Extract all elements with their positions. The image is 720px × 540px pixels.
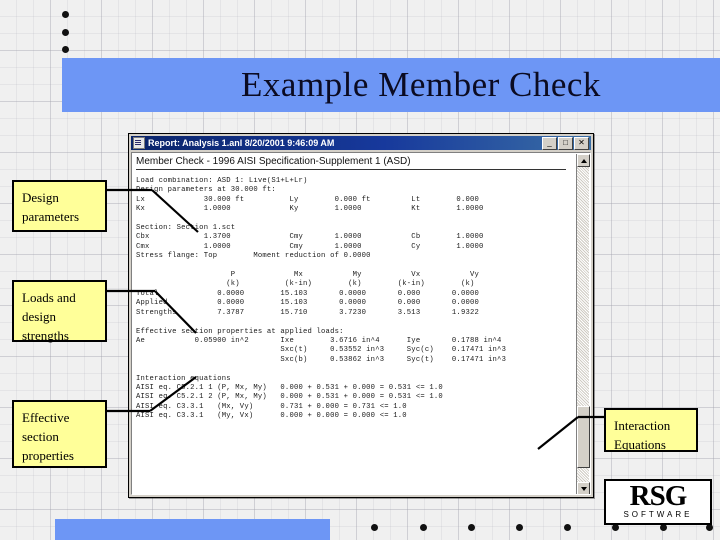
callout-design-parameters: Design parameters [12, 180, 107, 232]
callout-interaction-equations: Interaction Equations [604, 408, 698, 452]
window-titlebar[interactable]: Report: Analysis 1.anl 8/20/2001 9:46:09… [131, 136, 591, 150]
bullet-dot [564, 524, 571, 531]
bullet-dot [62, 46, 69, 53]
bullet-dot [62, 29, 69, 36]
scroll-down-icon[interactable] [577, 482, 590, 494]
logo-subtitle: SOFTWARE [623, 510, 693, 519]
scroll-up-icon[interactable] [577, 154, 590, 167]
title-banner: Example Member Check [62, 58, 720, 112]
rsg-software-logo: RSG SOFTWARE [604, 479, 712, 525]
bullet-dot [62, 11, 69, 18]
report-body: Member Check - 1996 AISI Specification-S… [131, 152, 591, 495]
slide-canvas: Example Member Check Report: Analysis 1.… [0, 0, 720, 540]
footer-bar [55, 519, 330, 540]
report-window[interactable]: Report: Analysis 1.anl 8/20/2001 9:46:09… [128, 133, 594, 498]
callout-loads-and-strengths: Loads and design strengths [12, 280, 107, 343]
bullet-dot [706, 524, 713, 531]
document-header: Member Check - 1996 AISI Specification-S… [136, 156, 566, 170]
page-title: Example Member Check [241, 65, 601, 104]
logo-wordmark: RSG [629, 480, 688, 512]
scrollbar-thumb[interactable] [577, 406, 590, 468]
vertical-scrollbar[interactable] [576, 154, 590, 494]
report-text: Load combination: ASD 1: Live(S1+L+Lr) D… [136, 177, 507, 421]
window-title: Report: Analysis 1.anl 8/20/2001 9:46:09… [148, 138, 335, 148]
close-button[interactable]: ✕ [574, 136, 589, 150]
maximize-button[interactable]: □ [558, 136, 573, 150]
bullet-dot [516, 524, 523, 531]
bullet-dot [660, 524, 667, 531]
callout-effective-section-properties: Effective section properties [12, 400, 107, 468]
bullet-dot [612, 524, 619, 531]
bullet-dot [468, 524, 475, 531]
document-icon [133, 137, 145, 149]
minimize-button[interactable]: _ [542, 136, 557, 150]
bullet-dot [371, 524, 378, 531]
bullet-dot [420, 524, 427, 531]
